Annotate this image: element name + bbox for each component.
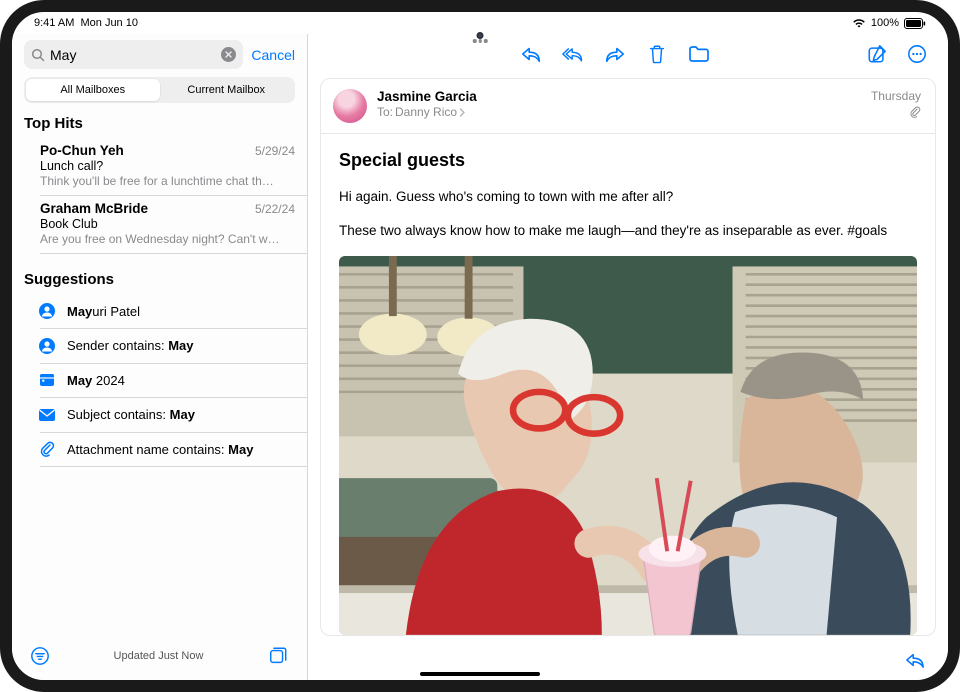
suggestion-item[interactable]: Subject contains: May — [12, 398, 307, 432]
compose-icon[interactable] — [866, 44, 888, 64]
sidebar-footer: Updated Just Now — [12, 638, 307, 680]
battery-icon — [904, 18, 926, 29]
battery-percent: 100% — [871, 17, 899, 29]
front-camera — [477, 32, 484, 39]
message-from[interactable]: Jasmine Garcia — [377, 89, 861, 104]
search-hit[interactable]: Po-Chun Yeh 5/29/24 Lunch call? Think you… — [12, 138, 307, 195]
suggestion-item[interactable]: May 2024 — [12, 363, 307, 397]
reply-icon[interactable] — [520, 44, 542, 64]
message-body: Hi again. Guess who's coming to town wit… — [339, 187, 917, 254]
forward-icon[interactable] — [604, 44, 626, 64]
message-footer — [308, 646, 948, 680]
sidebar: May Cancel All Mailboxes Current Mailbox… — [12, 34, 308, 680]
suggestion-item[interactable]: Attachment name contains: May — [12, 432, 307, 466]
hit-date: 5/22/24 — [255, 202, 295, 216]
hit-sender: Graham McBride — [40, 201, 148, 216]
search-scope-segment[interactable]: All Mailboxes Current Mailbox — [24, 77, 295, 103]
search-input[interactable]: May — [24, 40, 243, 69]
suggestion-label: Mayuri Patel — [67, 304, 295, 319]
filter-icon[interactable] — [30, 646, 50, 666]
status-time: 9:41 AM — [34, 17, 74, 29]
attachment-icon — [871, 106, 921, 121]
suggestion-label: Sender contains: May — [67, 338, 295, 353]
person-icon — [38, 337, 56, 355]
message-to[interactable]: To: Danny Rico — [377, 105, 861, 119]
suggestions-header: Suggestions — [12, 269, 307, 294]
more-icon[interactable] — [906, 44, 928, 64]
status-bar: 9:41 AM Mon Jun 10 100% — [12, 12, 948, 34]
suggestion-item[interactable]: Mayuri Patel — [12, 294, 307, 328]
reply-icon[interactable] — [904, 651, 926, 669]
sender-avatar[interactable] — [333, 89, 367, 123]
suggestion-label: Subject contains: May — [67, 407, 295, 422]
reply-all-icon[interactable] — [562, 44, 584, 64]
message-toolbar — [308, 34, 948, 74]
compose-stack-icon[interactable] — [267, 646, 289, 666]
move-folder-icon[interactable] — [688, 44, 710, 64]
top-hits-header: Top Hits — [12, 113, 307, 138]
trash-icon[interactable] — [646, 44, 668, 64]
suggestion-item[interactable]: Sender contains: May — [12, 329, 307, 363]
envelope-icon — [38, 406, 56, 424]
hit-preview: Are you free on Wednesday night? Can't w… — [40, 232, 295, 246]
message-date: Thursday — [871, 89, 921, 103]
hit-preview: Think you'll be free for a lunchtime cha… — [40, 174, 295, 188]
calendar-icon — [38, 371, 56, 389]
scope-current-mailbox[interactable]: Current Mailbox — [160, 79, 294, 101]
person-icon — [38, 302, 56, 320]
scope-all-mailboxes[interactable]: All Mailboxes — [26, 79, 160, 101]
suggestion-label: Attachment name contains: May — [67, 442, 295, 457]
cancel-search-button[interactable]: Cancel — [251, 47, 295, 63]
wifi-icon — [852, 18, 866, 28]
search-text: May — [50, 47, 221, 63]
status-date: Mon Jun 10 — [80, 17, 137, 29]
hit-date: 5/29/24 — [255, 144, 295, 158]
message-subject: Special guests — [339, 150, 917, 171]
hit-subject: Lunch call? — [40, 159, 295, 173]
clear-search-button[interactable] — [221, 47, 236, 62]
attachment-image[interactable] — [339, 256, 917, 635]
message-pane: Jasmine Garcia To: Danny Rico Thursday — [308, 34, 948, 680]
attachment-icon — [38, 440, 56, 458]
hit-subject: Book Club — [40, 217, 295, 231]
suggestion-label: May 2024 — [67, 373, 295, 388]
home-indicator[interactable] — [420, 672, 540, 676]
search-hit[interactable]: Graham McBride 5/22/24 Book Club Are you … — [12, 196, 307, 253]
sync-status: Updated Just Now — [50, 650, 267, 662]
hit-sender: Po-Chun Yeh — [40, 143, 124, 158]
search-icon — [31, 48, 45, 62]
chevron-right-icon — [459, 108, 466, 117]
